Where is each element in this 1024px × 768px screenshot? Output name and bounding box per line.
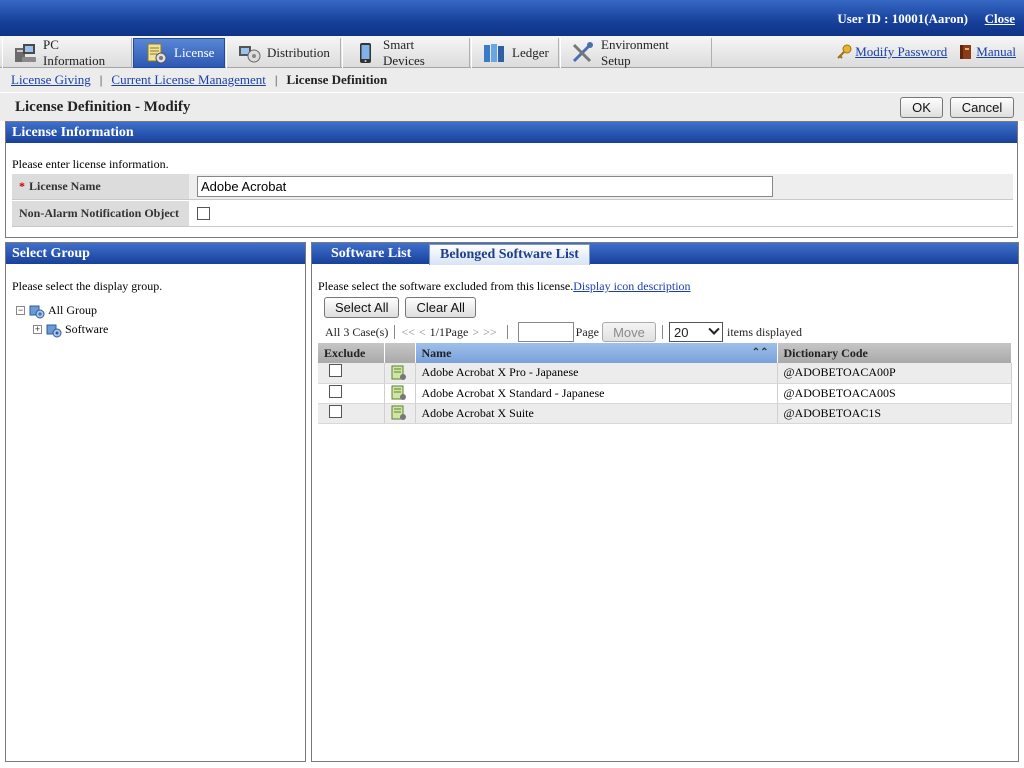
page-info: 1/1Page (429, 324, 469, 339)
column-name[interactable]: Name ⌃⌃ (415, 343, 778, 363)
software-hint: Please select the software excluded from… (318, 279, 691, 293)
page-title-bar: License Definition - Modify OK Cancel (0, 93, 1024, 121)
license-information-hint: Please enter license information. (12, 157, 169, 171)
column-icon (384, 343, 416, 363)
group-tree: − All Group + Software (16, 301, 108, 339)
first-page-link[interactable]: << (401, 325, 415, 340)
modify-password-link[interactable]: Modify Password (855, 44, 947, 60)
column-dictionary-code: Dictionary Code (777, 343, 1012, 363)
software-subtabs: Software List Belonged Software List (312, 243, 1018, 265)
tab-smart-devices[interactable]: Smart Devices (342, 37, 470, 68)
tree-label-all-group: All Group (48, 303, 97, 317)
top-right-links: Modify Password Manual (826, 44, 1016, 60)
items-per-page-select[interactable]: 20 (668, 322, 723, 342)
pc-icon (13, 42, 37, 64)
expand-toggle[interactable]: + (33, 325, 42, 334)
prev-page-link[interactable]: < (419, 325, 426, 340)
tab-environment-setup[interactable]: Environment Setup (560, 37, 712, 68)
non-alarm-row: Non-Alarm Notification Object (12, 201, 1013, 227)
chevron-down-icon (708, 323, 720, 335)
move-button[interactable]: Move (601, 322, 656, 342)
case-count: All 3 Case(s) (325, 324, 389, 339)
tools-icon (571, 42, 595, 64)
pager: All 3 Case(s) << < 1/1Page > >> Page Mov… (325, 321, 802, 343)
software-group-icon (46, 322, 62, 338)
top-bar: User ID : 10001(Aaron) Close (0, 0, 1024, 36)
clear-all-button[interactable]: Clear All (405, 297, 476, 318)
phone-icon (353, 42, 377, 64)
license-information-heading: License Information (6, 122, 1017, 143)
page-title: License Definition - Modify (15, 99, 191, 115)
cancel-button[interactable]: Cancel (950, 97, 1014, 118)
software-name: Adobe Acrobat X Pro - Japanese (415, 363, 778, 384)
license-name-label: License Name (29, 179, 101, 193)
tree-node-software[interactable]: + Software (16, 320, 108, 339)
license-icon (144, 42, 168, 64)
manual-book-icon (957, 44, 973, 60)
sort-icon[interactable]: ⌃⌃ (752, 347, 769, 358)
non-alarm-label: Non-Alarm Notification Object (12, 201, 189, 226)
close-link[interactable]: Close (985, 11, 1015, 27)
software-panel: Software List Belonged Software List Ple… (311, 242, 1019, 762)
tab-software-list[interactable]: Software List (321, 243, 421, 264)
table-header: Exclude Name ⌃⌃ Dictionary Code (318, 343, 1012, 363)
required-mark: * (19, 179, 25, 193)
ledger-icon (482, 42, 506, 64)
software-name: Adobe Acrobat X Suite (415, 403, 778, 424)
column-exclude: Exclude (318, 343, 385, 363)
software-icon (391, 385, 407, 401)
page-label: Page (575, 324, 599, 339)
table-row: Adobe Acrobat X Pro - Japanese @ADOBETOA… (318, 363, 1012, 384)
tab-belonged-software-list[interactable]: Belonged Software List (429, 244, 590, 265)
user-id: User ID : 10001(Aaron) (837, 11, 968, 26)
dictionary-code: @ADOBETOAC1S (777, 403, 1012, 424)
next-page-link[interactable]: > (472, 325, 479, 340)
main-tab-bar: PC Information License Distribution Smar… (0, 36, 1024, 68)
breadcrumb: License Giving | Current License Managem… (0, 68, 1024, 92)
breadcrumb-license-giving[interactable]: License Giving (11, 72, 91, 88)
ok-button[interactable]: OK (900, 97, 943, 118)
tree-node-all-group[interactable]: − All Group (16, 301, 108, 320)
non-alarm-checkbox[interactable] (197, 207, 210, 220)
tab-distribution[interactable]: Distribution (226, 38, 341, 68)
manual-link[interactable]: Manual (976, 44, 1016, 60)
select-group-heading: Select Group (6, 243, 305, 264)
license-name-row: * License Name (12, 174, 1013, 200)
select-group-hint: Please select the display group. (12, 279, 163, 293)
license-information-section: License Information Please enter license… (5, 121, 1018, 238)
key-icon (836, 44, 852, 60)
tab-ledger[interactable]: Ledger (471, 38, 559, 68)
items-displayed-label: items displayed (726, 324, 802, 339)
last-page-link[interactable]: >> (483, 325, 497, 340)
distribution-icon (237, 42, 261, 64)
software-icon (391, 405, 407, 421)
exclude-checkbox[interactable] (329, 384, 342, 398)
tree-label-software: Software (65, 322, 109, 336)
breadcrumb-current: License Definition (286, 72, 388, 87)
select-all-button[interactable]: Select All (324, 297, 400, 318)
software-icon (391, 365, 407, 381)
breadcrumb-current-license-management[interactable]: Current License Management (111, 72, 266, 88)
dictionary-code: @ADOBETOACA00P (777, 363, 1012, 384)
group-folder-icon (29, 303, 45, 319)
tab-pc-information[interactable]: PC Information (2, 37, 132, 68)
tab-license[interactable]: License (133, 38, 225, 68)
exclude-checkbox[interactable] (329, 404, 342, 418)
select-group-panel: Select Group Please select the display g… (5, 242, 306, 762)
collapse-toggle[interactable]: − (16, 306, 25, 315)
license-name-input[interactable] (197, 176, 773, 197)
table-row: Adobe Acrobat X Standard - Japanese @ADO… (318, 383, 1012, 404)
page-number-input[interactable] (517, 322, 574, 342)
table-row: Adobe Acrobat X Suite @ADOBETOAC1S (318, 403, 1012, 424)
exclude-checkbox[interactable] (329, 364, 342, 378)
software-name: Adobe Acrobat X Standard - Japanese (415, 383, 778, 404)
display-icon-description-link[interactable]: Display icon description (573, 279, 690, 293)
dictionary-code: @ADOBETOACA00S (777, 383, 1012, 404)
software-table: Exclude Name ⌃⌃ Dictionary Code Adobe Ac… (318, 343, 1012, 424)
